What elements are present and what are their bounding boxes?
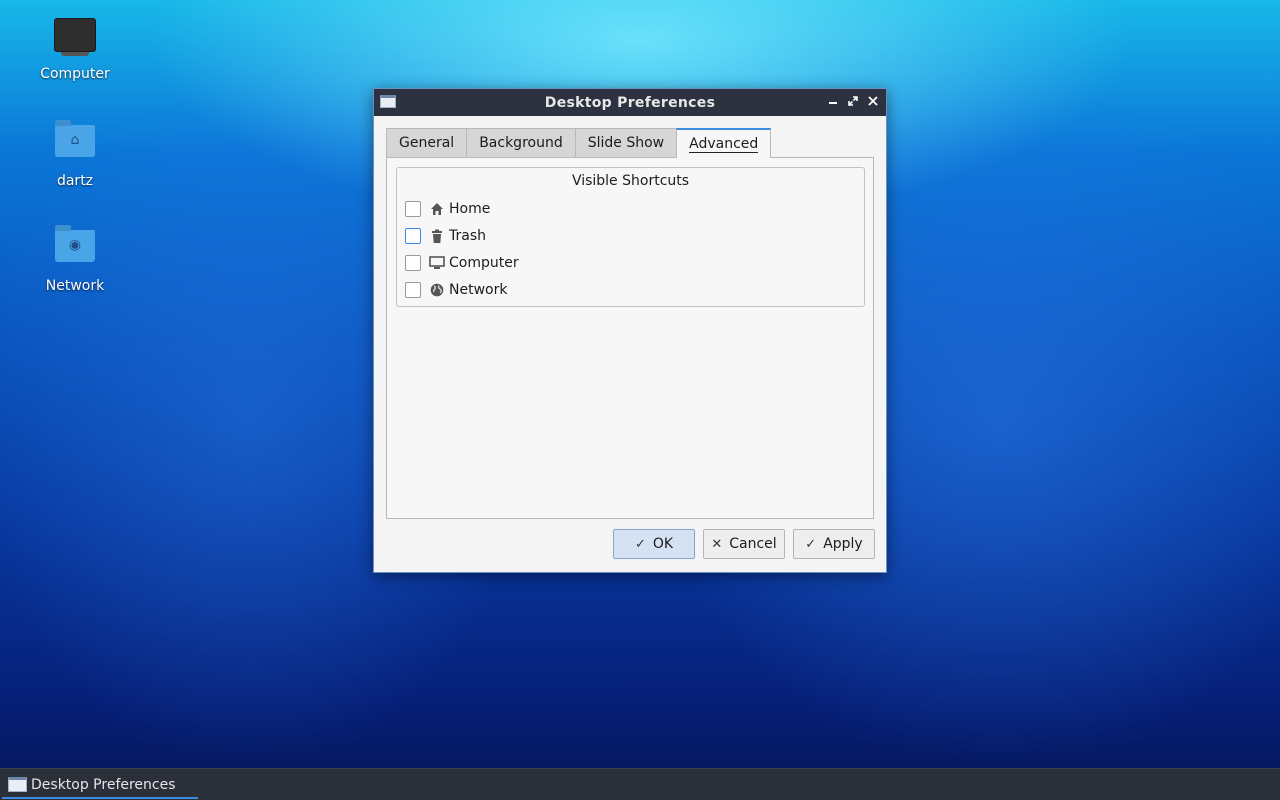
button-label: Apply: [823, 536, 863, 552]
maximize-icon: [848, 96, 858, 106]
button-label: Cancel: [729, 536, 777, 552]
tab-label: Slide Show: [587, 135, 665, 151]
ok-button[interactable]: ✓ OK: [613, 529, 695, 559]
desktop-icon-label: dartz: [56, 173, 94, 189]
checkmark-icon: ✓: [805, 536, 817, 552]
tab-label: Advanced: [689, 135, 759, 153]
checkbox[interactable]: [405, 201, 421, 217]
apply-button[interactable]: ✓ Apply: [793, 529, 875, 559]
window-app-icon: [8, 777, 27, 792]
shortcut-home-checkbox[interactable]: Home: [405, 199, 490, 219]
close-button[interactable]: [864, 93, 882, 111]
tab-general[interactable]: General: [386, 128, 468, 157]
desktop-icon-label: Network: [45, 278, 105, 294]
desktop-icon-label: Computer: [40, 66, 110, 82]
dialog-titlebar[interactable]: Desktop Preferences: [374, 89, 886, 116]
desktop-preferences-dialog: Desktop Preferences General Background S…: [373, 88, 887, 573]
taskbar: Desktop Preferences: [0, 768, 1280, 800]
shortcut-label: Computer: [449, 255, 519, 271]
shortcut-label: Home: [449, 201, 491, 217]
shortcut-label: Network: [449, 282, 508, 298]
home-folder-icon: ⌂: [53, 120, 97, 169]
globe-icon: [429, 282, 445, 298]
shortcut-computer-checkbox[interactable]: Computer: [405, 253, 519, 273]
tab-label: Background: [479, 135, 563, 151]
tab-background[interactable]: Background: [466, 128, 576, 157]
tab-label: General: [399, 135, 455, 151]
close-icon: [868, 96, 878, 106]
network-folder-icon: ◉: [53, 225, 97, 274]
tab-slide-show[interactable]: Slide Show: [574, 128, 678, 157]
checkbox[interactable]: [405, 255, 421, 271]
maximize-button[interactable]: [844, 93, 862, 111]
dialog-title: Desktop Preferences: [544, 94, 716, 111]
shortcut-trash-checkbox[interactable]: Trash: [405, 226, 486, 246]
close-x-icon: ✕: [711, 536, 723, 552]
desktop-icon-network[interactable]: ◉ Network: [20, 224, 130, 294]
tab-bar: General Background Slide Show Advanced: [386, 128, 772, 158]
desktop-icon-home[interactable]: ⌂ dartz: [20, 119, 130, 189]
computer-icon: [53, 18, 97, 62]
advanced-tab-panel: Visible Shortcuts Home Trash Computer Ne…: [386, 157, 874, 519]
tab-advanced[interactable]: Advanced: [676, 128, 772, 158]
visible-shortcuts-group: Visible Shortcuts Home Trash Computer Ne…: [396, 167, 865, 307]
group-title: Visible Shortcuts: [571, 173, 690, 189]
shortcut-label: Trash: [449, 228, 486, 244]
taskbar-item-desktop-preferences[interactable]: Desktop Preferences: [2, 772, 198, 799]
taskbar-item-label: Desktop Preferences: [31, 776, 176, 793]
checkbox[interactable]: [405, 228, 421, 244]
shortcut-network-checkbox[interactable]: Network: [405, 280, 507, 300]
checkbox[interactable]: [405, 282, 421, 298]
minimize-button[interactable]: [824, 93, 842, 111]
cancel-button[interactable]: ✕ Cancel: [703, 529, 785, 559]
minimize-icon: [829, 102, 837, 104]
desktop-icon-computer[interactable]: Computer: [20, 14, 130, 82]
checkmark-icon: ✓: [634, 536, 646, 552]
home-icon: [429, 201, 445, 217]
monitor-icon: [429, 255, 445, 271]
button-label: OK: [652, 536, 674, 552]
trash-icon: [429, 228, 445, 244]
